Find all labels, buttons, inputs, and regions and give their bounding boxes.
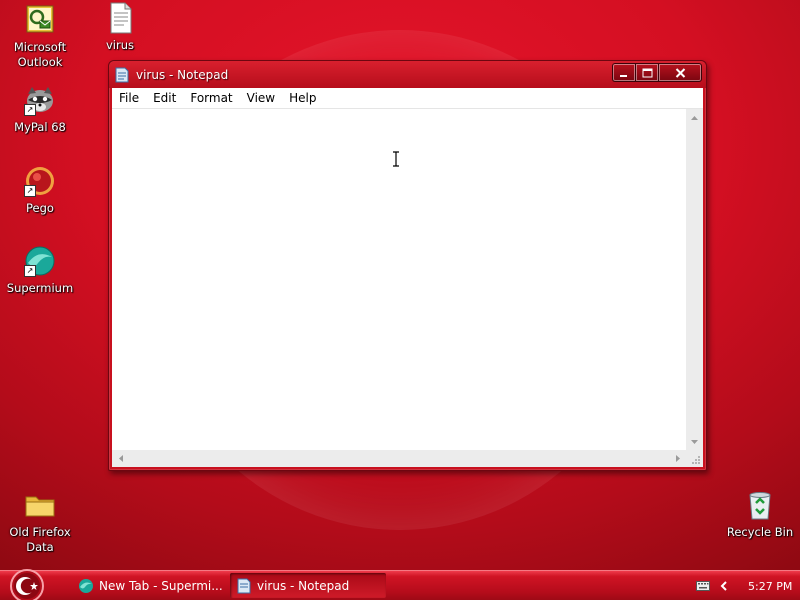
text-cursor-icon — [391, 151, 401, 167]
minimize-icon — [620, 74, 627, 77]
menu-format[interactable]: Format — [183, 88, 239, 108]
caption-buttons — [612, 63, 702, 82]
desktop-icon-pego[interactable]: ↗ Pego — [0, 165, 80, 216]
show-hidden-icons-chevron-icon[interactable] — [720, 581, 728, 591]
scroll-up-arrow-icon[interactable] — [686, 109, 703, 126]
desktop-icon-label: MyPal 68 — [14, 120, 66, 134]
desktop-icon-label-line2: Outlook — [17, 55, 63, 69]
vertical-scrollbar[interactable] — [686, 109, 703, 450]
shortcut-arrow-icon: ↗ — [24, 265, 36, 277]
clock[interactable]: 5:27 PM — [748, 580, 792, 593]
scroll-right-arrow-icon[interactable] — [669, 450, 686, 467]
resize-grip-icon[interactable] — [686, 450, 703, 467]
taskbar: New Tab - Supermi... virus - Notepad 5:2… — [0, 568, 800, 600]
desktop: Microsoft Outlook virus ↗ MyPal 68 ↗ Peg… — [0, 0, 800, 600]
title-bar[interactable]: virus - Notepad — [109, 61, 706, 88]
desktop-icon-old-firefox-data[interactable]: Old Firefox Data — [0, 489, 80, 555]
mypal-raccoon-icon: ↗ — [24, 84, 56, 116]
desktop-icon-virus[interactable]: virus — [80, 2, 160, 53]
desktop-icon-recycle-bin[interactable]: Recycle Bin — [720, 489, 800, 540]
desktop-icon-label: Supermium — [6, 281, 74, 295]
close-icon — [675, 67, 685, 78]
menu-file[interactable]: File — [112, 88, 146, 108]
keyboard-icon[interactable] — [696, 581, 710, 591]
window-title: virus - Notepad — [136, 68, 229, 82]
taskbar-button-label: New Tab - Supermi... — [99, 578, 223, 593]
text-document-icon — [104, 2, 136, 34]
horizontal-scrollbar[interactable] — [112, 450, 686, 467]
system-tray: 5:27 PM — [696, 571, 800, 600]
menu-help[interactable]: Help — [282, 88, 323, 108]
supermium-icon — [78, 578, 94, 594]
desktop-icon-supermium[interactable]: ↗ Supermium — [0, 245, 80, 296]
desktop-icon-label: Recycle Bin — [726, 525, 794, 539]
menu-view[interactable]: View — [240, 88, 282, 108]
notepad-icon — [115, 67, 129, 83]
scroll-down-arrow-icon[interactable] — [686, 433, 703, 450]
maximize-icon — [642, 68, 652, 77]
minimize-button[interactable] — [612, 63, 635, 82]
taskbar-button-notepad[interactable]: virus - Notepad — [230, 573, 386, 598]
taskbar-button-supermium[interactable]: New Tab - Supermi... — [72, 573, 224, 598]
start-button[interactable] — [7, 568, 47, 600]
recycle-bin-icon — [744, 489, 776, 521]
notepad-window[interactable]: virus - Notepad File Edit Format View He… — [108, 60, 707, 471]
desktop-icon-outlook[interactable]: Microsoft Outlook — [0, 4, 80, 70]
notepad-icon — [236, 578, 252, 594]
shortcut-arrow-icon: ↗ — [24, 104, 36, 116]
desktop-icon-label: Microsoft — [13, 40, 67, 54]
outlook-icon — [24, 4, 56, 36]
desktop-icon-label: Pego — [26, 201, 54, 215]
supermium-icon: ↗ — [24, 245, 56, 277]
desktop-icon-label: virus — [105, 38, 134, 52]
scroll-left-arrow-icon[interactable] — [112, 450, 129, 467]
taskbar-button-label: virus - Notepad — [257, 578, 350, 593]
desktop-icon-label: Old Firefox — [9, 525, 71, 539]
maximize-button[interactable] — [635, 63, 658, 82]
start-orb-icon — [10, 569, 44, 600]
shortcut-arrow-icon: ↗ — [24, 185, 36, 197]
menu-bar: File Edit Format View Help — [112, 88, 703, 108]
desktop-icon-mypal[interactable]: ↗ MyPal 68 — [0, 84, 80, 135]
editor-pane — [112, 108, 703, 467]
desktop-icon-label-line2: Data — [26, 540, 54, 554]
folder-icon — [24, 489, 56, 521]
pego-icon: ↗ — [24, 165, 56, 197]
menu-edit[interactable]: Edit — [146, 88, 183, 108]
close-button[interactable] — [658, 63, 702, 82]
